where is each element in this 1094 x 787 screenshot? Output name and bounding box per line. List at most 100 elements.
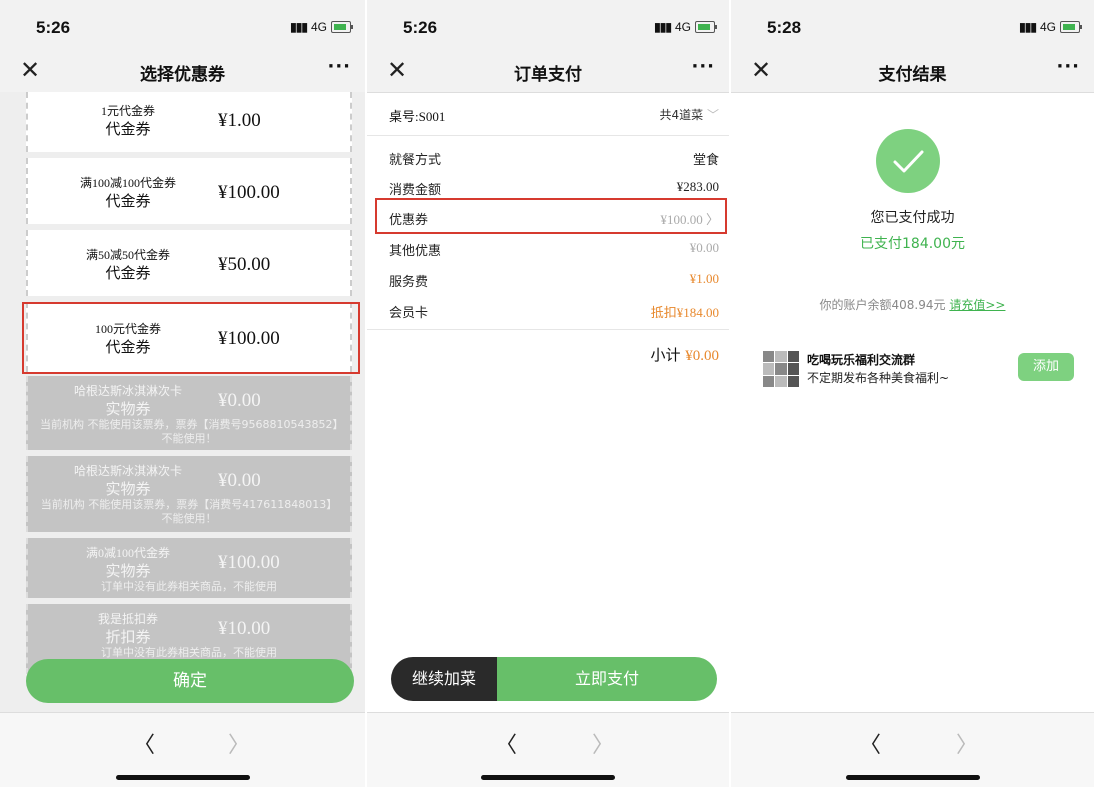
more-icon[interactable]: ··· [1056, 56, 1080, 77]
group-promo: 吃喝玩乐福利交流群 不定期发布各种美食福利~ 添加 [763, 349, 1074, 389]
status-bar: 5:26 ▮▮▮ 4G [367, 0, 729, 50]
other-discount-row: 其他优惠 ¥0.00 [367, 234, 729, 264]
coupon-card[interactable]: 满100减100代金券 代金券 ¥100.00 [26, 158, 352, 224]
chevron-down-icon: ﹀ [706, 108, 719, 122]
nav-bar: ✕ 订单支付 ··· [367, 50, 729, 93]
status-bar: 5:28 ▮▮▮ 4G [731, 0, 1094, 50]
coupon-note: 订单中没有此券相关商品，不能使用 [101, 580, 277, 593]
coupon-name: 满0减100代金券 [85, 546, 170, 560]
coupon-type: 实物券 [105, 480, 151, 498]
page-title: 订单支付 [514, 65, 582, 85]
coupon-value: ¥0.00 [218, 470, 261, 491]
more-icon[interactable]: ··· [691, 56, 715, 77]
row-label: 就餐方式 [389, 153, 442, 168]
forward-arrow-icon[interactable]: 〉 [956, 727, 978, 759]
coupon-card[interactable]: 1元代金券 代金券 ¥1.00 [26, 92, 352, 152]
forward-arrow-icon[interactable]: 〉 [228, 727, 250, 759]
coupon-card[interactable]: 满50减50代金券 代金券 ¥50.00 [26, 230, 352, 296]
more-icon[interactable]: ··· [327, 56, 351, 77]
subtotal-value: ¥0.00 [685, 348, 719, 364]
battery-icon [331, 21, 353, 33]
balance-line: 你的账户余额408.94元 请充值>> [731, 296, 1094, 313]
dish-count-label: 共4道菜 [659, 108, 704, 122]
coupon-value: ¥100.00 [218, 182, 280, 203]
service-fee-row: 服务费 ¥1.00 [367, 265, 729, 295]
network-status: ▮▮▮ 4G [290, 20, 353, 34]
coupon-note: 当前机构 不能使用该票券，票券【消费号9568810543852】不能使用！ [40, 418, 338, 445]
row-value: 堂食 [692, 152, 719, 167]
nav-bar: ✕ 支付结果 ··· [731, 50, 1094, 93]
network-status: ▮▮▮ 4G [654, 20, 717, 34]
coupon-name: 哈根达斯冰淇淋次卡 [73, 464, 182, 478]
home-indicator [845, 775, 980, 780]
coupon-name: 1元代金券 [100, 104, 155, 118]
result-panel: 您已支付成功 已支付184.00元 你的账户余额408.94元 请充值>> 吃喝… [731, 93, 1094, 712]
coupon-type: 实物券 [105, 400, 151, 418]
row-value: ¥1.00 [689, 271, 719, 286]
nav-bar: ✕ 选择优惠券 ··· [0, 50, 365, 93]
payment-result-screen: 5:28 ▮▮▮ 4G ✕ 支付结果 ··· 您已支付成功 已支付184.00元… [731, 0, 1094, 787]
network-label: 4G [674, 20, 691, 34]
coupon-card-disabled: 哈根达斯冰淇淋次卡 实物券 ¥0.00 当前机构 不能使用该票券，票券【消费号4… [26, 456, 352, 532]
battery-icon [1060, 21, 1082, 33]
status-time: 5:28 [767, 18, 802, 37]
paid-amount: 已支付184.00元 [860, 236, 965, 252]
coupon-value: ¥10.00 [218, 618, 271, 639]
status-time: 5:26 [403, 18, 438, 37]
row-value: 抵扣¥184.00 [650, 305, 719, 320]
signal-icon: ▮▮▮ [290, 20, 308, 34]
browser-bottom-bar: 〈 〉 [731, 712, 1094, 787]
group-name: 吃喝玩乐福利交流群 [807, 353, 916, 367]
battery-icon [695, 21, 717, 33]
coupon-select-screen: 5:26 ▮▮▮ 4G ✕ 选择优惠券 ··· 1元代金券 代金券 ¥1.00 … [0, 0, 365, 787]
dining-mode-row: 就餐方式 堂食 [367, 143, 729, 173]
add-group-button[interactable]: 添加 [1018, 353, 1074, 381]
row-label: 消费金额 [389, 183, 442, 198]
table-info-row[interactable]: 桌号:S001 共4道菜 ﹀ [367, 93, 729, 136]
pay-now-button[interactable]: 立即支付 [497, 657, 717, 701]
back-arrow-icon[interactable]: 〈 [133, 727, 155, 759]
coupon-list: 1元代金券 代金券 ¥1.00 满100减100代金券 代金券 ¥100.00 … [0, 92, 365, 712]
status-bar: 5:26 ▮▮▮ 4G [0, 0, 365, 50]
member-card-row: 会员卡 抵扣¥184.00 [367, 296, 729, 326]
home-indicator [115, 775, 250, 780]
coupon-type: 实物券 [105, 562, 151, 580]
divider [367, 329, 729, 330]
network-label: 4G [310, 20, 327, 34]
success-check-icon [876, 129, 940, 193]
coupon-note: 当前机构 不能使用该票券，票券【消费号417611848013】不能使用！ [40, 498, 338, 525]
balance-text: 你的账户余额408.94元 [819, 298, 946, 312]
row-value: ¥0.00 [689, 240, 719, 255]
recharge-link[interactable]: 请充值>> [949, 298, 1005, 312]
status-time: 5:26 [36, 18, 71, 37]
group-description: 不定期发布各种美食福利~ [807, 371, 950, 385]
subtotal: 小计 ¥0.00 [650, 344, 719, 365]
back-arrow-icon[interactable]: 〈 [495, 727, 517, 759]
coupon-value: ¥100.00 [218, 552, 280, 573]
coupon-type: 折扣券 [105, 628, 151, 646]
coupon-type: 代金券 [105, 120, 151, 138]
network-status: ▮▮▮ 4G [1019, 20, 1082, 34]
coupon-note: 订单中没有此券相关商品，不能使用 [101, 646, 277, 659]
coupon-card-disabled: 满0减100代金券 实物券 ¥100.00 订单中没有此券相关商品，不能使用 [26, 538, 352, 598]
coupon-value: ¥50.00 [218, 254, 271, 275]
payment-action-bar: 继续加菜 立即支付 [391, 657, 717, 701]
coupon-type: 代金券 [105, 192, 151, 210]
forward-arrow-icon[interactable]: 〉 [592, 727, 614, 759]
order-payment-screen: 5:26 ▮▮▮ 4G ✕ 订单支付 ··· 桌号:S001 共4道菜 ﹀ 就餐… [367, 0, 729, 787]
table-number: 桌号:S001 [389, 109, 446, 124]
dish-count[interactable]: 共4道菜 ﹀ [660, 106, 719, 123]
browser-bottom-bar: 〈 〉 [367, 712, 729, 787]
coupon-name: 哈根达斯冰淇淋次卡 [73, 384, 182, 398]
page-title: 选择优惠券 [140, 65, 225, 85]
continue-ordering-button[interactable]: 继续加菜 [391, 657, 497, 701]
coupon-name: 满50减50代金券 [85, 248, 170, 262]
coupon-name: 满100减100代金券 [79, 176, 176, 190]
success-message: 您已支付成功 [870, 210, 955, 226]
network-label: 4G [1039, 20, 1056, 34]
back-arrow-icon[interactable]: 〈 [859, 727, 881, 759]
confirm-button[interactable]: 确定 [26, 659, 354, 703]
subtotal-label: 小计 [650, 346, 681, 364]
coupon-type: 代金券 [105, 264, 151, 282]
signal-icon: ▮▮▮ [654, 20, 672, 34]
